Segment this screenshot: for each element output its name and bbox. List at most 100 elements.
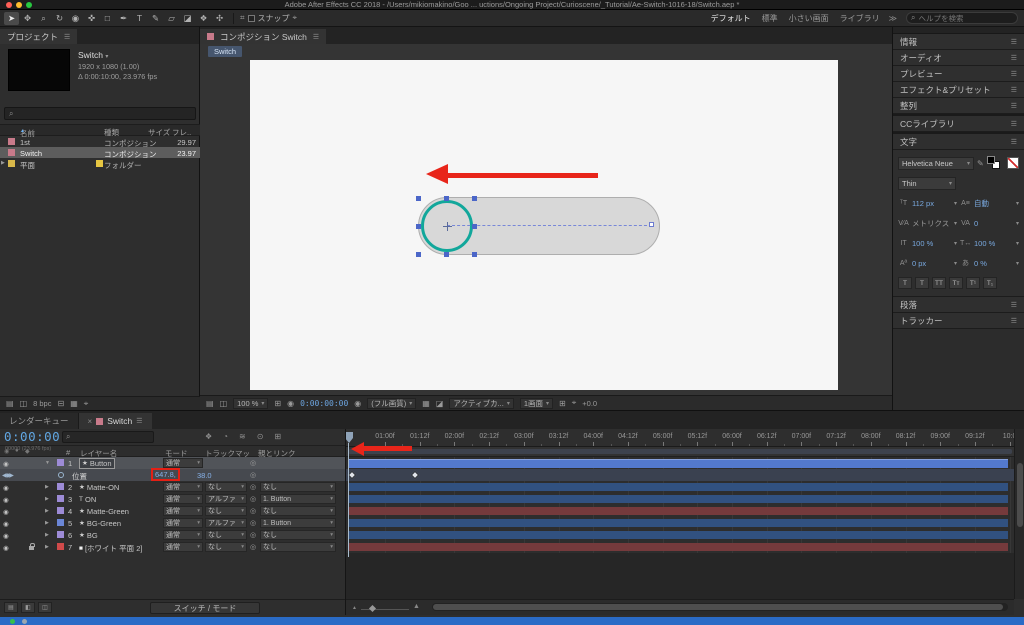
tsume-value[interactable]: 0 % ▾ (974, 259, 1019, 268)
item-name[interactable]: 平面 (20, 160, 35, 171)
track-matte-dropdown[interactable]: アルファ ▾ (205, 518, 247, 528)
tab-project[interactable]: プロジェクト ☰ (0, 29, 78, 44)
small-caps-button[interactable]: Tᴛ (949, 277, 963, 289)
superscript-button[interactable]: T¹ (966, 277, 980, 289)
expand-chevron-icon[interactable]: ▶ (45, 484, 49, 490)
layer-color-chip[interactable] (57, 543, 64, 550)
pickwhip-icon[interactable]: ◎ (250, 519, 256, 527)
expand-chevron-icon[interactable]: ▶ (45, 496, 49, 502)
pickwhip-icon[interactable]: ◎ (250, 471, 256, 479)
blend-mode-dropdown[interactable]: 通常 ▾ (163, 494, 203, 504)
panel-header-character[interactable]: 文字 ☰ (893, 134, 1024, 150)
blend-mode-dropdown[interactable]: 通常 ▾ (163, 518, 203, 528)
layer-name[interactable]: T ON (79, 495, 96, 504)
panel-menu-icon[interactable]: ☰ (1011, 54, 1017, 62)
snap-checkbox[interactable] (247, 14, 255, 22)
grid-guides-icon[interactable]: ⊞ (274, 399, 281, 408)
layer-row[interactable]: ◉ ▶ 3 T ON 通常 ▾ アルファ ▾ ◎ 1. Button ▾ (0, 493, 345, 505)
pickwhip-icon[interactable]: ◎ (250, 483, 256, 491)
label-color-chip[interactable] (96, 159, 103, 167)
pan-behind-tool-icon[interactable]: ✜ (84, 12, 99, 25)
layer-color-chip[interactable] (57, 459, 64, 466)
layer-color-chip[interactable] (57, 519, 64, 526)
tab-render-queue[interactable]: レンダーキュー (0, 413, 79, 429)
mini-flowchart-icon[interactable]: ❖ (205, 432, 212, 441)
kerning-value[interactable]: メトリクス ▾ (912, 218, 957, 229)
pickwhip-icon[interactable]: ◎ (250, 495, 256, 503)
bit-depth-button[interactable]: 8 bpc (33, 399, 51, 408)
project-item-row[interactable]: Switch コンポジション 23.97 (0, 147, 200, 159)
expand-chevron-icon[interactable]: ▶ (45, 520, 49, 526)
layer-row[interactable]: ◉ ▶ 5 ★ BG-Green 通常 ▾ アルファ ▾ ◎ 1. Button ▾ (0, 517, 345, 529)
new-folder-icon[interactable]: ⊟ (57, 399, 64, 408)
selection-handle[interactable] (472, 224, 477, 229)
panel-menu-icon[interactable]: ☰ (1011, 70, 1017, 78)
layer-row[interactable]: ◉ ▶ 7 ■ [ホワイト 平面 2] 通常 ▾ なし ▾ ◎ なし ▾ (0, 541, 345, 553)
selection-tool-icon[interactable]: ➤ (4, 11, 19, 25)
roto-brush-tool-icon[interactable]: ❖ (196, 12, 211, 25)
project-item-row[interactable]: 1st コンポジション 29.97 (0, 136, 200, 148)
track-matte-dropdown[interactable]: なし ▾ (205, 530, 247, 540)
blend-mode-dropdown[interactable]: 通常 ▾ (163, 542, 203, 552)
panel-menu-icon[interactable]: ☰ (1011, 120, 1017, 128)
exposure-value[interactable]: +0.0 (582, 399, 597, 408)
tab-timeline-switch[interactable]: × Switch ☰ (78, 413, 152, 429)
interpret-footage-icon[interactable]: ▤ (6, 399, 14, 408)
always-preview-icon[interactable]: ▤ (206, 399, 214, 408)
item-name[interactable]: Switch (20, 149, 42, 158)
panel-menu-icon[interactable]: ☰ (1011, 102, 1017, 110)
panel-header-effects-presets[interactable]: エフェクト&プリセット ☰ (893, 82, 1024, 98)
layer-name[interactable]: ■ [ホワイト 平面 2] (79, 543, 142, 554)
panel-header-info[interactable]: 情報 ☰ (893, 34, 1024, 50)
chevron-down-icon[interactable]: ▾ (105, 54, 108, 60)
panel-menu-icon[interactable]: ☰ (1011, 138, 1017, 146)
work-area-bar[interactable] (348, 449, 1012, 454)
item-name[interactable]: 1st (20, 138, 30, 147)
property-name-position[interactable]: 位置 (72, 471, 87, 482)
motion-path-endpoint[interactable] (649, 222, 654, 227)
panel-menu-icon[interactable]: ☰ (64, 33, 70, 41)
blend-mode-dropdown[interactable]: 通常 ▾ (163, 458, 203, 468)
type-tool-icon[interactable]: T (132, 12, 147, 25)
workspace-tab[interactable]: 標準 (762, 13, 778, 24)
property-row[interactable]: ◀◆▶ 位置 647.8, 38.0 ◎ (0, 468, 345, 482)
blend-mode-dropdown[interactable]: 通常 ▾ (163, 506, 203, 516)
scrollbar-thumb[interactable] (1017, 463, 1023, 527)
transparency-grid-icon[interactable]: ◪ (436, 399, 444, 408)
track-matte-dropdown[interactable]: なし ▾ (205, 506, 247, 516)
layer-duration-bar[interactable] (348, 459, 1008, 468)
subscript-button[interactable]: T₁ (983, 277, 997, 289)
panel-menu-icon[interactable]: ☰ (136, 417, 142, 425)
visibility-eye-icon[interactable]: ◉ (3, 508, 9, 516)
keyframe-navigator[interactable]: ◀◆▶ (2, 472, 14, 479)
layer-duration-bar[interactable] (348, 495, 1008, 503)
delete-item-icon[interactable]: ⌖ (84, 399, 89, 409)
baseline-shift-value[interactable]: 0 px ▾ (912, 259, 957, 268)
hand-tool-icon[interactable]: ✥ (20, 12, 35, 25)
layer-row[interactable]: ◉ ▶ 4 ★ Matte-Green 通常 ▾ なし ▾ ◎ なし ▾ (0, 505, 345, 517)
brush-tool-icon[interactable]: ✎ (148, 12, 163, 25)
blend-mode-dropdown[interactable]: 通常 ▾ (163, 530, 203, 540)
parent-link-dropdown[interactable]: なし ▾ (260, 542, 336, 552)
expand-layer-switches-icon[interactable]: ▤ (4, 602, 18, 613)
graph-editor-icon[interactable]: ⊞ (274, 432, 281, 441)
toggle-switches-modes-button[interactable]: スイッチ / モード (150, 602, 260, 614)
expand-chevron-icon[interactable]: ▶ (45, 508, 49, 514)
selection-handle[interactable] (444, 196, 449, 201)
expand-chevron-icon[interactable]: ▶ (45, 532, 49, 538)
layer-color-chip[interactable] (57, 483, 64, 490)
snap-options-icon[interactable]: ⌖ (293, 13, 298, 23)
fast-previews-icon[interactable]: ⌖ (572, 398, 577, 408)
puppet-pin-tool-icon[interactable]: ✣ (212, 12, 227, 25)
layer-columns-header[interactable]: ◉ ● ◆ # レイヤー名 モード トラックマット 親とリンク (0, 445, 345, 458)
layer-name[interactable]: ★ Matte-Green (79, 507, 129, 516)
column-layer-number[interactable]: # (66, 448, 70, 457)
snapshot-icon[interactable]: ◫ (220, 399, 228, 408)
eyedropper-icon[interactable]: ✎ (977, 159, 984, 168)
font-style-dropdown[interactable]: Thin ▾ (898, 176, 956, 190)
pickwhip-icon[interactable]: ◎ (250, 459, 256, 467)
visibility-eye-icon[interactable]: ◉ (3, 532, 9, 540)
panel-header-paragraph[interactable]: 段落 ☰ (893, 297, 1024, 313)
blend-mode-dropdown[interactable]: 通常 ▾ (163, 482, 203, 492)
selection-handle[interactable] (444, 252, 449, 257)
